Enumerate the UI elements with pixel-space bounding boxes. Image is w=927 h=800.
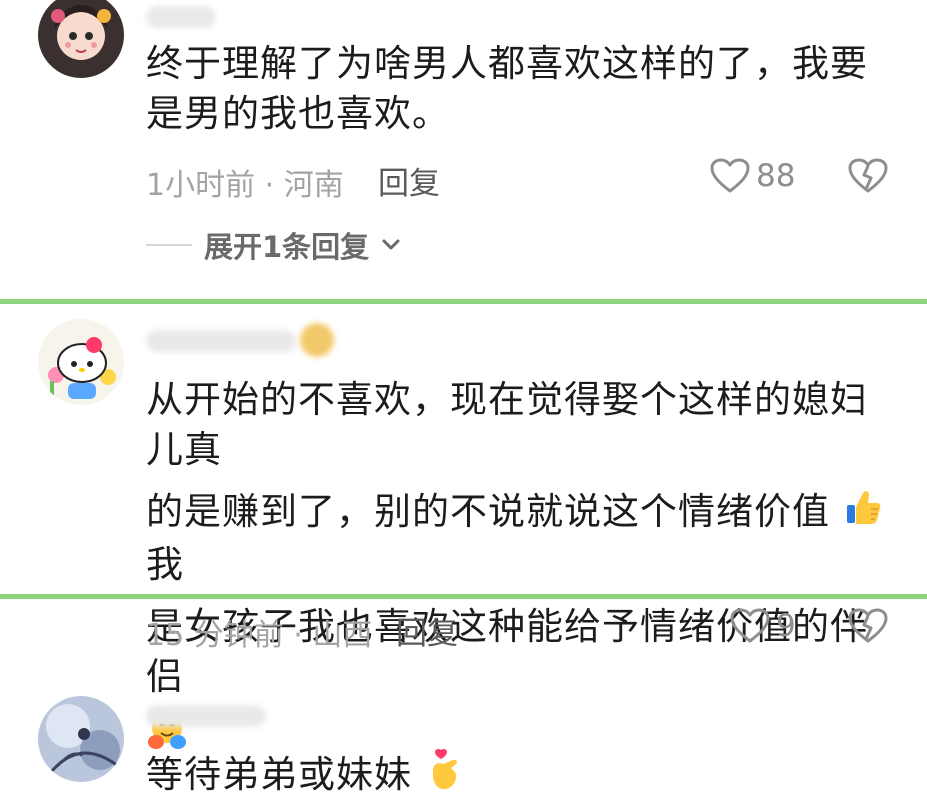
comment-text-line: 的是赚到了，别的不说就说这个情绪价值 我	[146, 487, 886, 590]
comment-time-location: 1小时前 · 河南	[146, 168, 344, 203]
comment-item-3: 等待弟弟或妹妹	[0, 680, 927, 800]
username[interactable]	[146, 330, 296, 352]
heart-outline-icon	[710, 158, 750, 193]
expand-replies-button[interactable]: 展开1条回复	[146, 224, 401, 266]
thumbs-up-icon	[846, 491, 881, 524]
avatar[interactable]	[38, 319, 124, 405]
comment-time-location: 15 分钟前 · 山西	[146, 618, 373, 653]
finger-heart-icon	[432, 748, 457, 790]
thumbs-up-emoji	[843, 487, 883, 540]
finger-heart-emoji	[425, 748, 463, 800]
dislike-button[interactable]	[848, 608, 888, 648]
username[interactable]	[146, 705, 266, 727]
avatar-image	[38, 696, 124, 782]
like-count: 88	[756, 158, 796, 194]
like-count: 9	[776, 608, 796, 644]
avatar[interactable]	[38, 696, 124, 782]
comment-text: 等待弟弟或妹妹	[146, 748, 886, 800]
username-badge	[300, 323, 334, 357]
like-button[interactable]: 9	[730, 608, 796, 644]
highlight-border-bottom	[0, 594, 927, 599]
reply-button[interactable]: 回复	[396, 608, 458, 653]
highlight-border-top	[0, 299, 927, 304]
broken-heart-icon	[848, 158, 888, 193]
reply-button[interactable]: 回复	[378, 158, 440, 203]
heart-outline-icon	[730, 608, 770, 643]
comment-text-segment: 等待弟弟或妹妹	[146, 753, 412, 796]
avatar[interactable]	[38, 0, 124, 78]
dislike-button[interactable]	[848, 158, 888, 198]
comment-text-segment: 的是赚到了，别的不说就说这个情绪价值	[146, 490, 830, 533]
comment-text-segment: 我	[146, 543, 184, 586]
expand-divider-line	[146, 244, 192, 246]
username[interactable]	[146, 6, 216, 28]
comment-item-2-actions: 15 分钟前 · 山西 回复 9	[0, 600, 927, 660]
like-button[interactable]: 88	[710, 158, 795, 194]
avatar-image	[38, 319, 124, 405]
comment-text-line: 从开始的不喜欢，现在觉得娶个这样的媳妇儿真	[146, 378, 868, 471]
comment-item-1: 终于理解了为啥男人都喜欢这样的了，我要是男的我也喜欢。 1小时前 · 河南 回复…	[0, 0, 927, 300]
comment-text: 终于理解了为啥男人都喜欢这样的了，我要是男的我也喜欢。	[146, 42, 868, 135]
expand-replies-label: 展开1条回复	[204, 230, 370, 264]
broken-heart-icon	[848, 608, 888, 643]
avatar-image	[38, 0, 124, 78]
chevron-down-icon	[382, 239, 400, 250]
